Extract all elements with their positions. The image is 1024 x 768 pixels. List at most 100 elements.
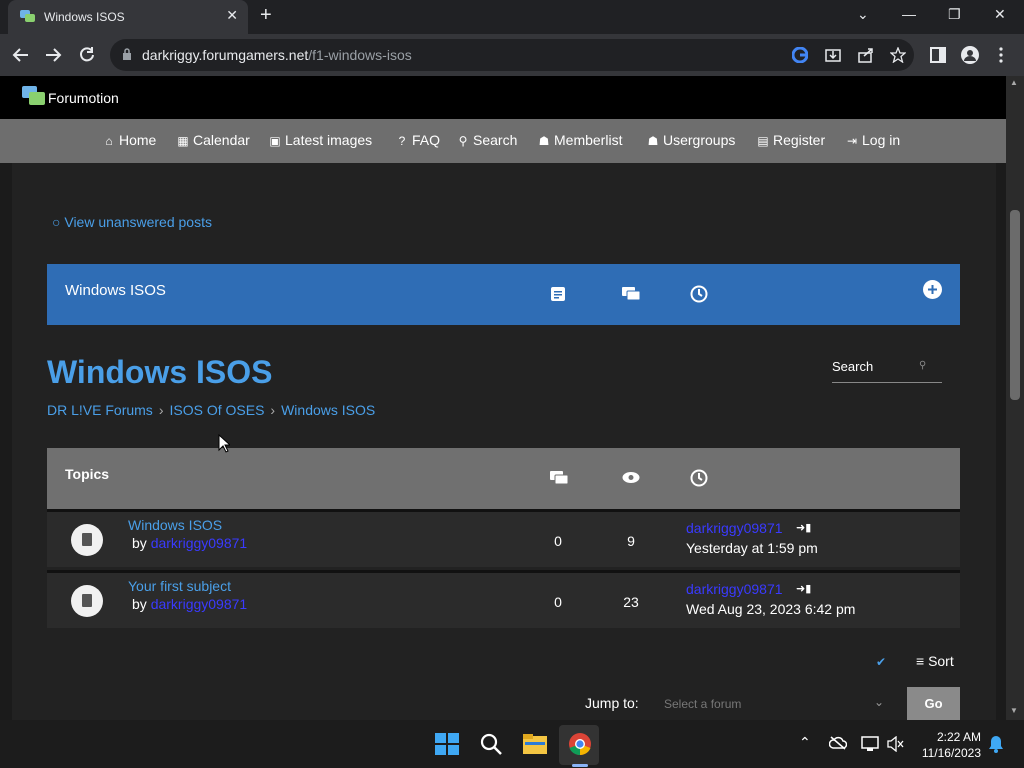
forumotion-bar: Forumotion [0, 76, 1006, 119]
chevron-down-icon[interactable]: ⌄ [874, 695, 884, 709]
close-window-icon[interactable]: ✕ [994, 6, 1006, 23]
back-icon[interactable] [12, 47, 30, 63]
home-icon: ⌂ [105, 134, 113, 148]
tab-search-icon[interactable]: ⌄ [857, 6, 869, 23]
last-post-date: Wed Aug 23, 2023 6:42 pm [686, 601, 856, 617]
new-topic-plus-icon[interactable] [923, 280, 942, 299]
share-icon[interactable] [858, 47, 874, 63]
sort-icon: ≡ [916, 653, 929, 669]
breadcrumb-item[interactable]: ISOS Of OSES [169, 402, 264, 418]
clock-time: 2:22 AM [936, 730, 981, 744]
install-icon[interactable] [825, 47, 841, 63]
page-content [0, 163, 1006, 720]
network-icon[interactable] [861, 736, 879, 752]
jump-to-label: Jump to: [585, 695, 639, 711]
nav-calendar[interactable]: ▦ Calendar [176, 132, 250, 148]
nav-latest-images[interactable]: ▣ Latest images [268, 132, 372, 148]
topic-byline: by darkriggy09871 [132, 596, 247, 612]
notification-bell-icon[interactable] [988, 735, 1004, 753]
nav-login-label: Log in [862, 132, 901, 148]
google-icon[interactable] [792, 47, 808, 63]
tab-title: Windows ISOS [44, 10, 125, 24]
last-post-author-link[interactable]: darkriggy09871 [686, 520, 783, 536]
by-label: by [132, 535, 147, 551]
topic-document-icon [71, 585, 103, 617]
breadcrumb-item[interactable]: DR L!VE Forums [47, 402, 153, 418]
jump-to-select[interactable]: Select a forum [664, 697, 741, 711]
onedrive-icon[interactable] [829, 736, 847, 750]
image-icon: ▣ [269, 134, 281, 148]
reload-icon[interactable] [78, 46, 96, 64]
question-icon: ? [398, 134, 406, 148]
nav-login[interactable]: ⇥ Log in [845, 132, 900, 148]
topic-views: 9 [627, 533, 635, 549]
nav-register[interactable]: ▤ Register [756, 132, 825, 148]
taskbar-search-icon[interactable] [479, 732, 505, 756]
nav-home[interactable]: ⌂ Home [102, 132, 156, 148]
mark-read-check-icon[interactable]: ✔ [876, 655, 886, 669]
views-eye-icon [622, 472, 640, 483]
browser-tab[interactable]: Windows ISOS ✕ [8, 0, 248, 34]
url-text[interactable]: darkriggy.forumgamers.net/f1-windows-iso… [142, 47, 412, 63]
page-title[interactable]: Windows ISOS [47, 354, 273, 391]
topic-author-link[interactable]: darkriggy09871 [151, 596, 248, 612]
last-post-date: Yesterday at 1:59 pm [686, 540, 818, 556]
taskbar-clock[interactable]: 2:22 AM 11/16/2023 [915, 729, 981, 761]
unanswered-label: View unanswered posts [64, 214, 212, 230]
table-row: Windows ISOS by darkriggy09871 0 9 darkr… [47, 509, 960, 567]
menu-kebab-icon[interactable] [998, 47, 1004, 63]
login-icon: ⇥ [846, 134, 858, 148]
tray-chevron-up-icon[interactable]: ⌃ [799, 734, 811, 751]
calendar-icon: ▦ [177, 134, 189, 148]
windows-start-icon[interactable] [434, 732, 460, 756]
scroll-up-icon[interactable]: ▲ [1010, 78, 1018, 87]
mouse-cursor-icon [218, 434, 230, 453]
volume-muted-icon[interactable] [887, 736, 905, 752]
tab-close-icon[interactable]: ✕ [226, 7, 238, 24]
forumotion-logo-icon[interactable] [22, 86, 46, 108]
table-row: Your first subject by darkriggy09871 0 2… [47, 570, 960, 628]
nav-search[interactable]: ⚲ Search [456, 132, 518, 148]
topic-author-link[interactable]: darkriggy09871 [151, 535, 248, 551]
go-to-last-post-icon[interactable]: ➜▮ [796, 582, 811, 595]
unanswered-icon: ○ [52, 214, 65, 230]
topic-title-link[interactable]: Windows ISOS [128, 517, 222, 533]
last-post-author-link[interactable]: darkriggy09871 [686, 581, 783, 597]
nav-faq[interactable]: ? FAQ [395, 132, 440, 148]
file-explorer-icon[interactable] [522, 732, 548, 756]
search-icon: ⚲ [458, 134, 468, 148]
profile-icon[interactable] [961, 46, 979, 64]
forumotion-label[interactable]: Forumotion [48, 90, 119, 106]
address-bar[interactable]: darkriggy.forumgamers.net/f1-windows-iso… [110, 39, 914, 71]
replies-icon [550, 471, 568, 485]
sort-button[interactable]: ≡ Sort [916, 653, 954, 669]
nav-home-label: Home [119, 132, 157, 148]
scrollbar-thumb[interactable] [1010, 210, 1020, 400]
chrome-icon[interactable] [567, 732, 593, 756]
nav-search-label: Search [473, 132, 518, 148]
topic-byline: by darkriggy09871 [132, 535, 247, 551]
forward-icon[interactable] [44, 47, 62, 63]
search-icon[interactable]: ⚲ [919, 360, 926, 371]
go-button[interactable]: Go [907, 687, 960, 720]
nav-memberlist[interactable]: ☗ Memberlist [537, 132, 623, 148]
forum-header: Windows ISOS [47, 264, 960, 325]
minimize-icon[interactable]: — [902, 6, 916, 22]
nav-register-label: Register [773, 132, 826, 148]
usergroups-icon: ☗ [647, 134, 659, 148]
topic-title-link[interactable]: Your first subject [128, 578, 231, 594]
posts-icon [622, 287, 640, 301]
topic-replies: 0 [554, 594, 562, 610]
scroll-down-icon[interactable]: ▼ [1010, 706, 1018, 715]
nav-usergroups[interactable]: ☗ Usergroups [646, 132, 736, 148]
new-tab-button[interactable]: + [260, 4, 272, 27]
forum-search-input[interactable]: Search [832, 359, 873, 374]
breadcrumb-item[interactable]: Windows ISOS [281, 402, 375, 418]
breadcrumb: DR L!VE Forums › ISOS Of OSES › Windows ISOS [47, 402, 375, 418]
view-unanswered-link[interactable]: ○ View unanswered posts [52, 214, 212, 230]
bookmark-star-icon[interactable] [890, 47, 906, 63]
side-panel-icon[interactable] [930, 47, 946, 63]
restore-icon[interactable]: ❐ [948, 6, 961, 23]
go-to-last-post-icon[interactable]: ➜▮ [796, 521, 811, 534]
topic-document-icon [71, 524, 103, 556]
